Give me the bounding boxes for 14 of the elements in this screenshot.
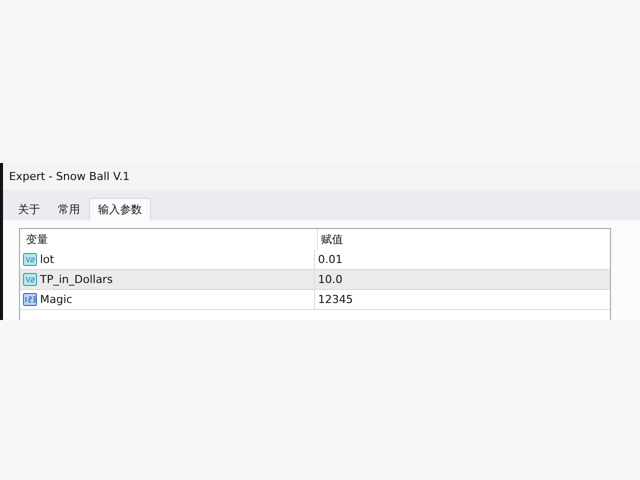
table-row[interactable]: Magic 12345: [20, 290, 610, 310]
variable-value: 0.01: [318, 253, 342, 266]
variable-value: 10.0: [318, 273, 342, 286]
tab[interactable]: 关于: [9, 198, 49, 220]
window-title: Expert - Snow Ball V.1: [9, 170, 130, 183]
variable-value: 12345: [318, 293, 353, 306]
table-row[interactable]: TP_in_Dollars 10.0: [20, 270, 610, 290]
variable-name: lot: [40, 253, 54, 266]
tab[interactable]: 输入参数: [89, 198, 151, 220]
column-header[interactable]: 赋值: [318, 229, 610, 250]
variable-name: TP_in_Dollars: [40, 273, 113, 286]
variable-name: Magic: [40, 293, 72, 306]
tab[interactable]: 常用: [49, 198, 89, 220]
column-header[interactable]: 变量: [20, 229, 318, 250]
